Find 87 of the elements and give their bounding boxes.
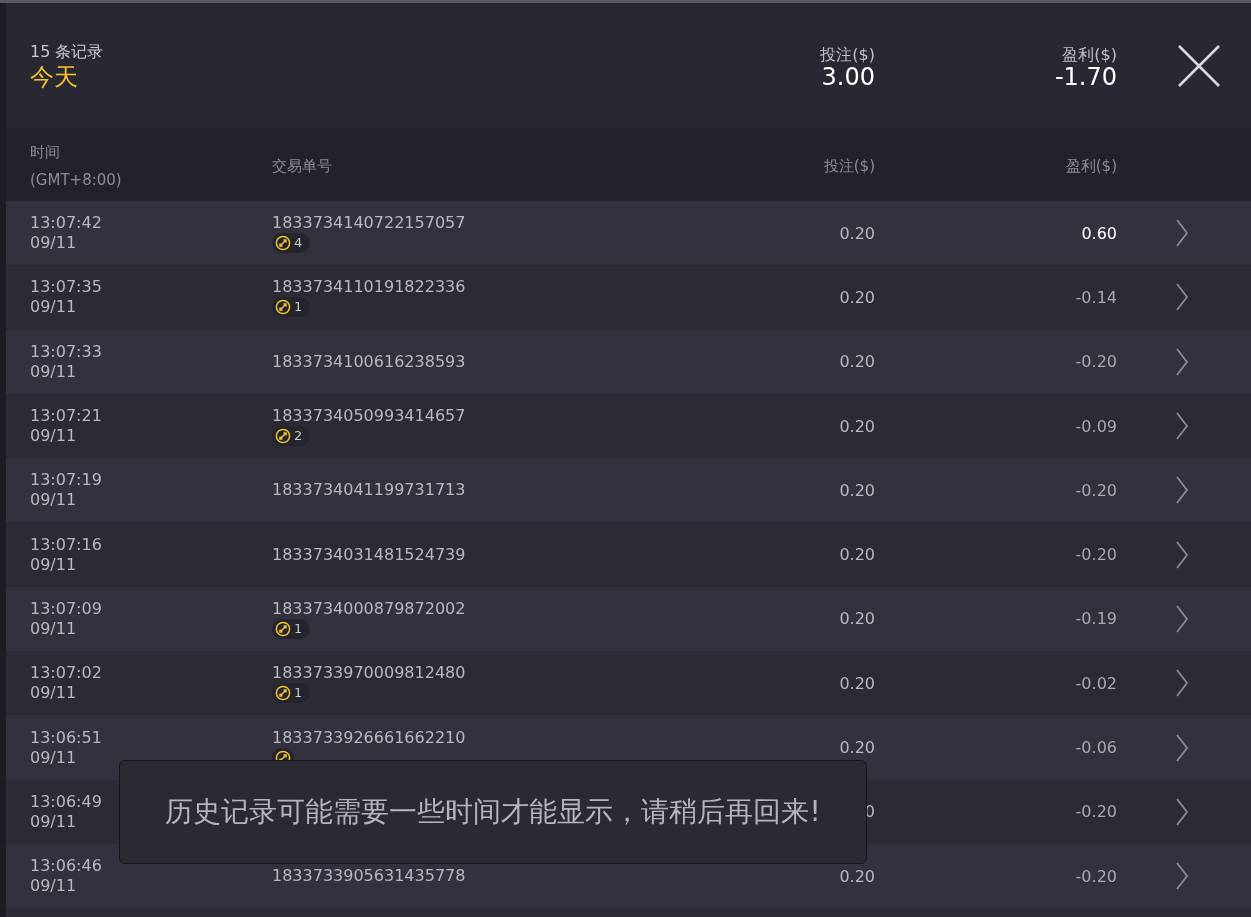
time-header: 时间 xyxy=(30,141,60,163)
chevron-right-icon[interactable] xyxy=(1175,282,1189,313)
order-header: 交易单号 xyxy=(272,155,333,176)
free-spin-badge: 2 xyxy=(272,426,311,447)
time-cell: 13:06:51 xyxy=(30,727,102,748)
history-toast: 历史记录可能需要一些时间才能显示，请稍后再回来! xyxy=(119,760,867,864)
free-spin-badge: 1 xyxy=(272,618,311,639)
period-label: 今天 xyxy=(30,62,79,93)
chevron-right-icon[interactable] xyxy=(1175,796,1189,827)
profit-cell: -0.20 xyxy=(1075,352,1117,372)
order-number: 1833734041199731713 xyxy=(272,480,466,501)
order-number: 1833734110191822336 xyxy=(272,277,466,298)
time-cell: 13:07:19 xyxy=(30,470,102,491)
coin-icon xyxy=(275,235,291,252)
stake-header: 投注($) xyxy=(823,155,875,176)
record-count: 15 条记录 xyxy=(30,42,105,63)
date-cell: 09/11 xyxy=(30,747,77,768)
stake-cell: 0.20 xyxy=(839,609,875,629)
time-cell: 13:07:21 xyxy=(30,406,102,427)
coin-icon xyxy=(275,299,291,316)
date-cell: 09/11 xyxy=(30,490,77,511)
stake-cell: 0.20 xyxy=(839,352,875,372)
time-cell: 13:07:42 xyxy=(30,213,102,234)
profit-cell: -0.02 xyxy=(1075,673,1117,693)
chevron-right-icon[interactable] xyxy=(1175,475,1189,506)
record-row[interactable]: 13:07:09 09/11 1833734000879872002 1 0.20 -0.19 xyxy=(6,586,1251,652)
coin-icon xyxy=(275,685,291,702)
chevron-right-icon[interactable] xyxy=(1175,411,1189,442)
profit-cell: -0.20 xyxy=(1075,802,1117,822)
chevron-right-icon[interactable] xyxy=(1175,539,1189,570)
close-icon[interactable] xyxy=(1177,43,1221,88)
profit-cell: 0.60 xyxy=(1081,223,1117,243)
chevron-right-icon[interactable] xyxy=(1175,346,1189,377)
profit-cell: -0.09 xyxy=(1075,416,1117,436)
coin-icon xyxy=(275,428,291,445)
order-number: 1833734100616238593 xyxy=(272,351,466,372)
date-cell: 09/11 xyxy=(30,297,77,318)
time-cell: 13:06:49 xyxy=(30,791,102,812)
stake-cell: 0.20 xyxy=(839,480,875,500)
profit-cell: -0.20 xyxy=(1075,480,1117,500)
stake-cell: 0.20 xyxy=(839,416,875,436)
timezone-header: (GMT+8:00) xyxy=(30,169,122,191)
stake-cell: 0.20 xyxy=(839,738,875,757)
coin-icon xyxy=(275,620,291,637)
chevron-right-icon[interactable] xyxy=(1175,603,1189,634)
order-number: 1833733970009812480 xyxy=(272,663,466,684)
date-cell: 09/11 xyxy=(30,683,77,704)
order-number: 1833734031481524739 xyxy=(272,544,466,565)
stake-cell: 0.20 xyxy=(839,545,875,565)
time-cell: 13:07:02 xyxy=(30,663,102,684)
order-number: 1833734050993414657 xyxy=(272,406,466,427)
record-row[interactable]: 13:07:33 09/11 1833734100616238593 0.20 -0.20 xyxy=(6,329,1251,394)
free-spin-badge: 1 xyxy=(272,297,311,318)
chevron-right-icon[interactable] xyxy=(1175,668,1189,699)
stake-cell: 0.20 xyxy=(839,673,875,693)
chevron-right-icon[interactable] xyxy=(1175,861,1189,892)
chevron-right-icon[interactable] xyxy=(1175,732,1189,763)
time-cell: 13:07:35 xyxy=(30,277,102,298)
date-cell: 09/11 xyxy=(30,361,77,382)
order-number: 1833734140722157057 xyxy=(272,213,466,234)
order-number: 1833734000879872002 xyxy=(272,598,466,619)
profit-cell: -0.19 xyxy=(1075,609,1117,629)
time-cell: 13:07:16 xyxy=(30,534,102,555)
time-cell: 13:07:33 xyxy=(30,341,102,362)
profit-cell: -0.06 xyxy=(1075,738,1117,757)
order-number: 1833733926661662210 xyxy=(272,727,466,748)
record-row[interactable]: 13:07:42 09/11 1833734140722157057 4 0.20 0.60 xyxy=(6,201,1251,266)
time-cell: 13:06:46 xyxy=(30,856,102,877)
date-cell: 09/11 xyxy=(30,426,77,447)
date-cell: 09/11 xyxy=(30,876,77,897)
date-cell: 09/11 xyxy=(30,554,77,575)
profit-cell: -0.14 xyxy=(1075,287,1117,307)
free-spin-badge: 1 xyxy=(272,683,311,704)
free-spin-badge: 4 xyxy=(272,233,311,254)
record-row[interactable]: 13:07:19 09/11 1833734041199731713 0.20 -0.20 xyxy=(6,458,1251,523)
stake-cell: 0.20 xyxy=(839,866,875,886)
profit-cell: -0.20 xyxy=(1075,866,1117,886)
date-cell: 09/11 xyxy=(30,233,77,254)
date-cell: 09/11 xyxy=(30,618,77,639)
profit-header: 盈利($) xyxy=(1065,155,1117,176)
stake-cell: 0.20 xyxy=(839,287,875,307)
profit-cell: -0.20 xyxy=(1075,545,1117,565)
stake-cell: 0.20 xyxy=(839,223,875,243)
date-cell: 09/11 xyxy=(30,811,77,832)
chevron-right-icon[interactable] xyxy=(1175,218,1189,249)
time-cell: 13:07:09 xyxy=(30,598,102,619)
order-number: 1833733905631435778 xyxy=(272,866,466,887)
